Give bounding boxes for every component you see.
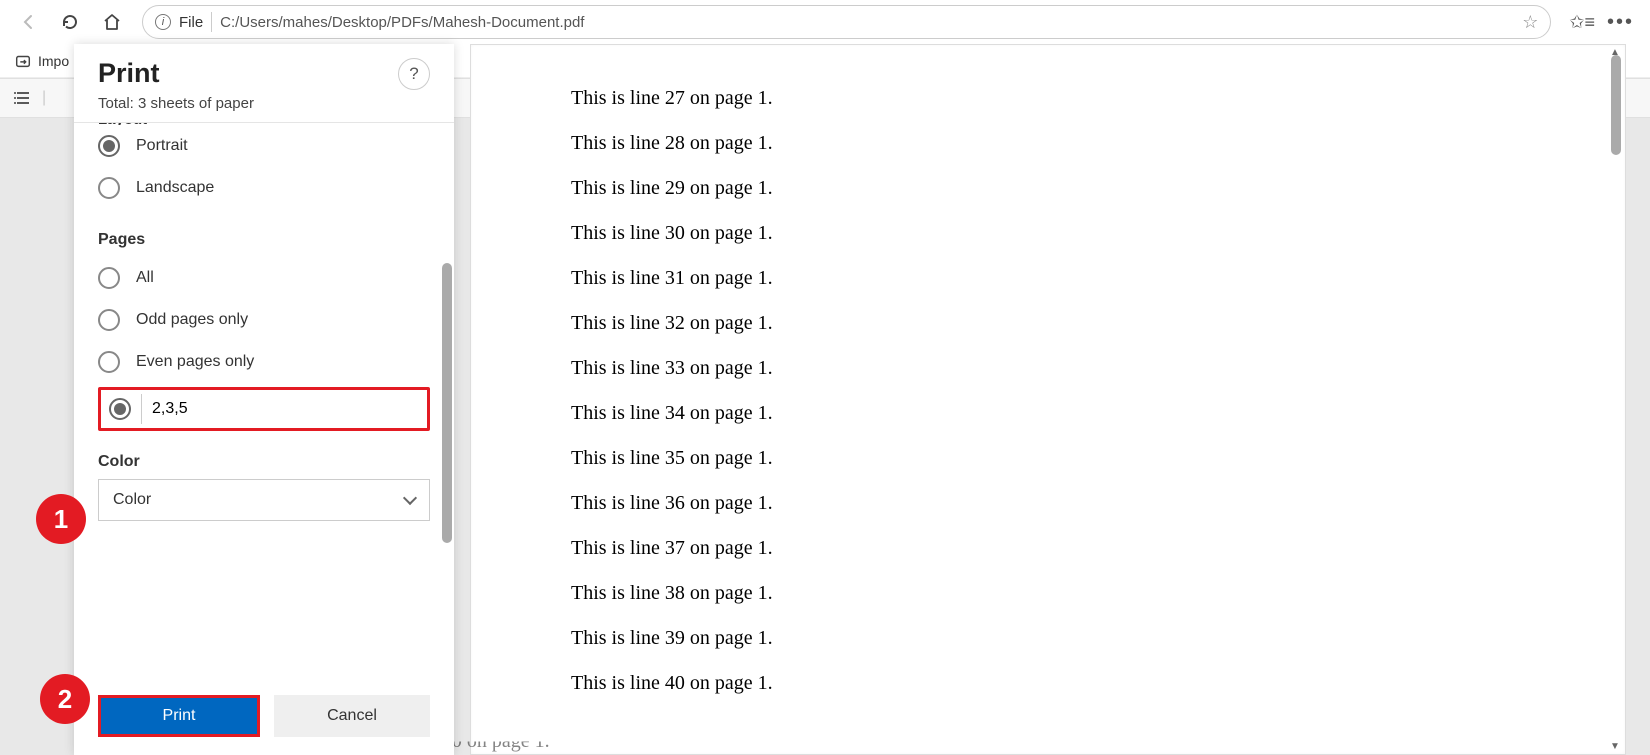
color-selected-value: Color	[113, 491, 151, 509]
print-preview: This is line 27 on page 1. This is line 2…	[470, 44, 1626, 755]
separator	[211, 12, 212, 32]
pages-custom-option[interactable]	[98, 387, 430, 431]
pages-even-option[interactable]: Even pages only	[98, 341, 430, 383]
url-text: C:/Users/mahes/Desktop/PDFs/Mahesh-Docum…	[220, 14, 1514, 31]
print-subtitle: Total: 3 sheets of paper	[98, 95, 254, 112]
color-heading: Color	[98, 453, 430, 471]
layout-landscape-label: Landscape	[136, 179, 214, 197]
preview-text-line: This is line 35 on page 1.	[571, 447, 1525, 470]
print-dialog-header: Print Total: 3 sheets of paper ?	[74, 44, 454, 123]
preview-text-line: This is line 30 on page 1.	[571, 222, 1525, 245]
toolbar-sep: |	[42, 89, 46, 107]
site-info-icon[interactable]: i	[155, 14, 171, 30]
layout-heading: Layout	[98, 123, 430, 125]
preview-text-line: This is line 36 on page 1.	[571, 492, 1525, 515]
print-dialog-body: Layout Portrait Landscape Pages All Odd …	[74, 123, 454, 681]
pages-odd-option[interactable]: Odd pages only	[98, 299, 430, 341]
preview-text-line: This is line 37 on page 1.	[571, 537, 1525, 560]
annotation-1: 1	[36, 494, 86, 544]
url-scheme: File	[179, 14, 203, 31]
pages-all-option[interactable]: All	[98, 257, 430, 299]
preview-scrollbar[interactable]: ▲ ▼	[1609, 51, 1623, 748]
radio-selected-icon	[109, 398, 131, 420]
chevron-down-icon	[403, 491, 417, 505]
preview-text-line: This is line 29 on page 1.	[571, 177, 1525, 200]
radio-icon	[98, 267, 120, 289]
cancel-button[interactable]: Cancel	[274, 695, 430, 737]
refresh-button[interactable]	[52, 4, 88, 40]
radio-icon	[98, 177, 120, 199]
print-dialog: Print Total: 3 sheets of paper ? Layout …	[74, 44, 454, 755]
address-bar[interactable]: i File C:/Users/mahes/Desktop/PDFs/Mahes…	[142, 5, 1551, 39]
import-favorites-icon	[14, 52, 32, 70]
contents-icon[interactable]	[14, 89, 32, 107]
preview-text-line: This is line 33 on page 1.	[571, 357, 1525, 380]
dialog-scroll-thumb[interactable]	[442, 263, 452, 543]
import-favorites-link[interactable]: Impo	[38, 53, 69, 69]
pages-odd-label: Odd pages only	[136, 311, 248, 329]
preview-text-line: This is line 28 on page 1.	[571, 132, 1525, 155]
preview-text-line: This is line 27 on page 1.	[571, 87, 1525, 110]
back-button[interactable]	[10, 4, 46, 40]
scroll-thumb[interactable]	[1611, 55, 1621, 155]
preview-text-line: This is line 40 on page 1.	[571, 672, 1525, 695]
pages-all-label: All	[136, 269, 154, 287]
more-menu-icon[interactable]: •••	[1607, 11, 1634, 34]
preview-text-line: This is line 38 on page 1.	[571, 582, 1525, 605]
preview-text-line: This is line 34 on page 1.	[571, 402, 1525, 425]
radio-icon	[98, 309, 120, 331]
print-title: Print	[98, 58, 254, 89]
layout-landscape-option[interactable]: Landscape	[98, 167, 430, 209]
layout-portrait-option[interactable]: Portrait	[98, 125, 430, 167]
preview-text-line: This is line 39 on page 1.	[571, 627, 1525, 650]
preview-text-line: This is line 31 on page 1.	[571, 267, 1525, 290]
annotation-2: 2	[40, 674, 90, 724]
help-button[interactable]: ?	[398, 58, 430, 90]
browser-nav-bar: i File C:/Users/mahes/Desktop/PDFs/Mahes…	[0, 0, 1650, 44]
favorites-menu-icon[interactable]: ✩≡	[1569, 12, 1595, 33]
favorite-icon[interactable]: ☆	[1522, 12, 1538, 33]
pages-heading: Pages	[98, 231, 430, 249]
radio-selected-icon	[98, 135, 120, 157]
print-dialog-footer: Print Cancel	[74, 681, 454, 755]
pages-even-label: Even pages only	[136, 353, 254, 371]
layout-portrait-label: Portrait	[136, 137, 188, 155]
pages-custom-input[interactable]	[141, 394, 419, 424]
print-button[interactable]: Print	[98, 695, 260, 737]
preview-page: This is line 27 on page 1. This is line 2…	[471, 45, 1625, 737]
color-select[interactable]: Color	[98, 479, 430, 521]
scroll-down-icon[interactable]: ▼	[1610, 741, 1620, 752]
preview-text-line: This is line 32 on page 1.	[571, 312, 1525, 335]
nav-right-actions: ✩≡ •••	[1563, 11, 1640, 34]
radio-icon	[98, 351, 120, 373]
home-button[interactable]	[94, 4, 130, 40]
